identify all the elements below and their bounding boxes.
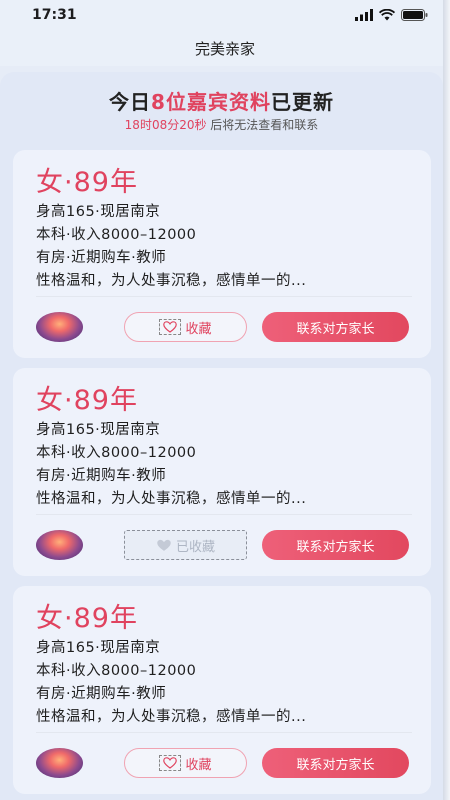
contact-label: 联系对方家长 — [296, 757, 375, 773]
wifi-icon — [379, 9, 395, 21]
scroll-edge — [443, 0, 450, 800]
profile-line-description: 性格温和，为人处事沉稳，感情单一的... — [36, 491, 307, 507]
profile-line-education-income: 本科·收入8000–12000 — [36, 445, 197, 461]
profile-line-height-city: 身高165·现居南京 — [36, 422, 161, 438]
profile-line-education-income: 本科·收入8000–12000 — [36, 663, 197, 679]
favorited-button[interactable]: 已收藏 — [124, 530, 247, 560]
profile-line-assets-job: 有房·近期购车·教师 — [36, 468, 167, 484]
profile-line-education-income: 本科·收入8000–12000 — [36, 227, 197, 243]
profile-line-height-city: 身高165·现居南京 — [36, 640, 161, 656]
profile-line-assets-job: 有房·近期购车·教师 — [36, 686, 167, 702]
heart-outline-icon — [159, 319, 182, 335]
avatar[interactable] — [36, 312, 83, 342]
headline-accent: 8位嘉宾资料 — [151, 90, 271, 114]
card-divider — [36, 732, 412, 733]
favorite-label: 已收藏 — [175, 539, 215, 555]
headline-suffix: 已更新 — [270, 90, 334, 114]
nav-bar: 完美亲家 — [0, 30, 450, 66]
contact-label: 联系对方家长 — [296, 321, 375, 337]
profile-card[interactable]: 女·89年 身高165·现居南京 本科·收入8000–12000 有房·近期购车… — [13, 368, 431, 576]
contact-parents-button[interactable]: 联系对方家长 — [262, 530, 409, 560]
status-time: 17:31 — [32, 7, 77, 23]
status-bar: 17:31 — [0, 0, 450, 30]
avatar[interactable] — [36, 530, 83, 560]
countdown-timer: 18时08分20秒 — [124, 118, 207, 132]
profile-line-description: 性格温和，为人处事沉稳，感情单一的... — [36, 709, 307, 725]
favorite-button[interactable]: 收藏 — [124, 312, 247, 342]
profile-line-height-city: 身高165·现居南京 — [36, 204, 161, 220]
headline-prefix: 今日 — [109, 90, 152, 114]
profile-line-assets-job: 有房·近期购车·教师 — [36, 250, 167, 266]
profile-title: 女·89年 — [36, 603, 138, 634]
heart-outline-icon — [159, 755, 182, 771]
update-headline: 今日8位嘉宾资料已更新 — [0, 86, 443, 115]
contact-label: 联系对方家长 — [296, 539, 375, 555]
contact-parents-button[interactable]: 联系对方家长 — [262, 748, 409, 778]
battery-icon — [401, 9, 428, 21]
avatar[interactable] — [36, 748, 83, 778]
favorite-label: 收藏 — [185, 757, 212, 773]
favorite-button[interactable]: 收藏 — [124, 748, 247, 778]
contact-parents-button[interactable]: 联系对方家长 — [262, 312, 409, 342]
card-divider — [36, 296, 412, 297]
profile-line-description: 性格温和，为人处事沉稳，感情单一的... — [36, 273, 307, 289]
status-icons — [355, 9, 428, 21]
heart-filled-icon — [156, 539, 172, 552]
countdown-notice: 18时08分20秒 后将无法查看和联系 — [0, 116, 443, 133]
countdown-suffix: 后将无法查看和联系 — [206, 118, 319, 132]
page-title: 完美亲家 — [194, 39, 255, 58]
cellular-signal-icon — [355, 9, 373, 21]
profile-card[interactable]: 女·89年 身高165·现居南京 本科·收入8000–12000 有房·近期购车… — [13, 586, 431, 794]
favorite-label: 收藏 — [185, 321, 212, 337]
profile-title: 女·89年 — [36, 385, 138, 416]
profile-card[interactable]: 女·89年 身高165·现居南京 本科·收入8000–12000 有房·近期购车… — [13, 150, 431, 358]
profile-title: 女·89年 — [36, 167, 138, 198]
card-divider — [36, 514, 412, 515]
